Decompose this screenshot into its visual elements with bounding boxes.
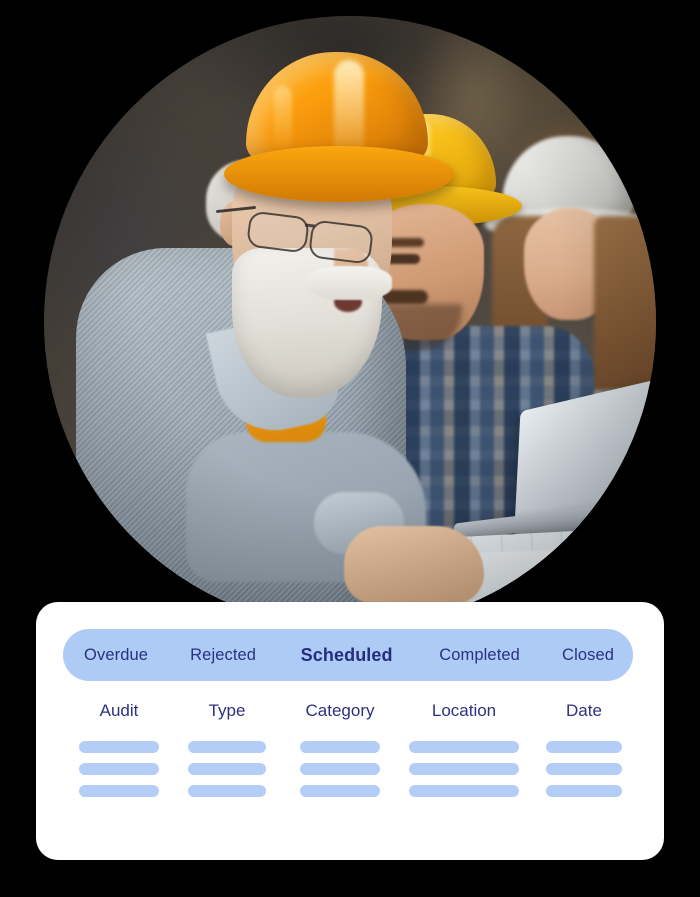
tab-closed[interactable]: Closed [543, 646, 633, 665]
placeholder-bar [546, 741, 622, 753]
cell-location [401, 741, 527, 753]
column-header-type[interactable]: Type [175, 701, 279, 721]
placeholder-bar [79, 763, 159, 775]
hand [344, 526, 484, 604]
cell-location [401, 763, 527, 775]
cell-audit [63, 763, 175, 775]
column-header-location[interactable]: Location [401, 701, 527, 721]
placeholder-bar [409, 785, 519, 797]
placeholder-bar [300, 763, 380, 775]
placeholder-bar [546, 763, 622, 775]
table-row[interactable] [63, 785, 641, 797]
cell-category [279, 741, 401, 753]
placeholder-bar [188, 785, 266, 797]
hero-photo-circle [44, 16, 656, 628]
placeholder-bar [188, 741, 266, 753]
placeholder-bar [300, 785, 380, 797]
orange-hard-hat-brim [224, 146, 454, 202]
tab-scheduled[interactable]: Scheduled [277, 645, 416, 666]
cell-location [401, 785, 527, 797]
cell-audit [63, 741, 175, 753]
cell-type [175, 763, 279, 775]
cell-type [175, 785, 279, 797]
table-body [63, 741, 641, 797]
table-row[interactable] [63, 763, 641, 775]
status-tab-bar[interactable]: Overdue Rejected Scheduled Completed Clo… [63, 629, 633, 681]
hard-hat-highlight [274, 86, 292, 152]
column-header-category[interactable]: Category [279, 701, 401, 721]
placeholder-bar [409, 763, 519, 775]
column-header-audit[interactable]: Audit [63, 701, 175, 721]
hard-hat-highlight [334, 60, 364, 160]
safety-glasses-lens-right [307, 219, 375, 265]
column-header-date[interactable]: Date [527, 701, 641, 721]
placeholder-bar [188, 763, 266, 775]
audit-list-card: Overdue Rejected Scheduled Completed Clo… [36, 602, 664, 860]
tab-rejected[interactable]: Rejected [169, 646, 277, 665]
hero-photo [44, 16, 656, 628]
placeholder-bar [300, 741, 380, 753]
screen: Overdue Rejected Scheduled Completed Clo… [0, 0, 700, 897]
audit-table: Audit Type Category Location Date [63, 696, 641, 807]
cell-type [175, 741, 279, 753]
cell-date [527, 763, 641, 775]
cell-audit [63, 785, 175, 797]
cell-category [279, 763, 401, 775]
worker-senior-orange-hat [76, 52, 484, 628]
white-mustache [308, 266, 392, 300]
tab-completed[interactable]: Completed [416, 646, 543, 665]
safety-glasses-lens-left [246, 210, 310, 254]
placeholder-bar [79, 741, 159, 753]
placeholder-bar [409, 741, 519, 753]
cell-category [279, 785, 401, 797]
cell-date [527, 741, 641, 753]
cell-date [527, 785, 641, 797]
table-header-row: Audit Type Category Location Date [63, 696, 641, 726]
tab-overdue[interactable]: Overdue [63, 646, 169, 665]
table-row[interactable] [63, 741, 641, 753]
placeholder-bar [79, 785, 159, 797]
placeholder-bar [546, 785, 622, 797]
